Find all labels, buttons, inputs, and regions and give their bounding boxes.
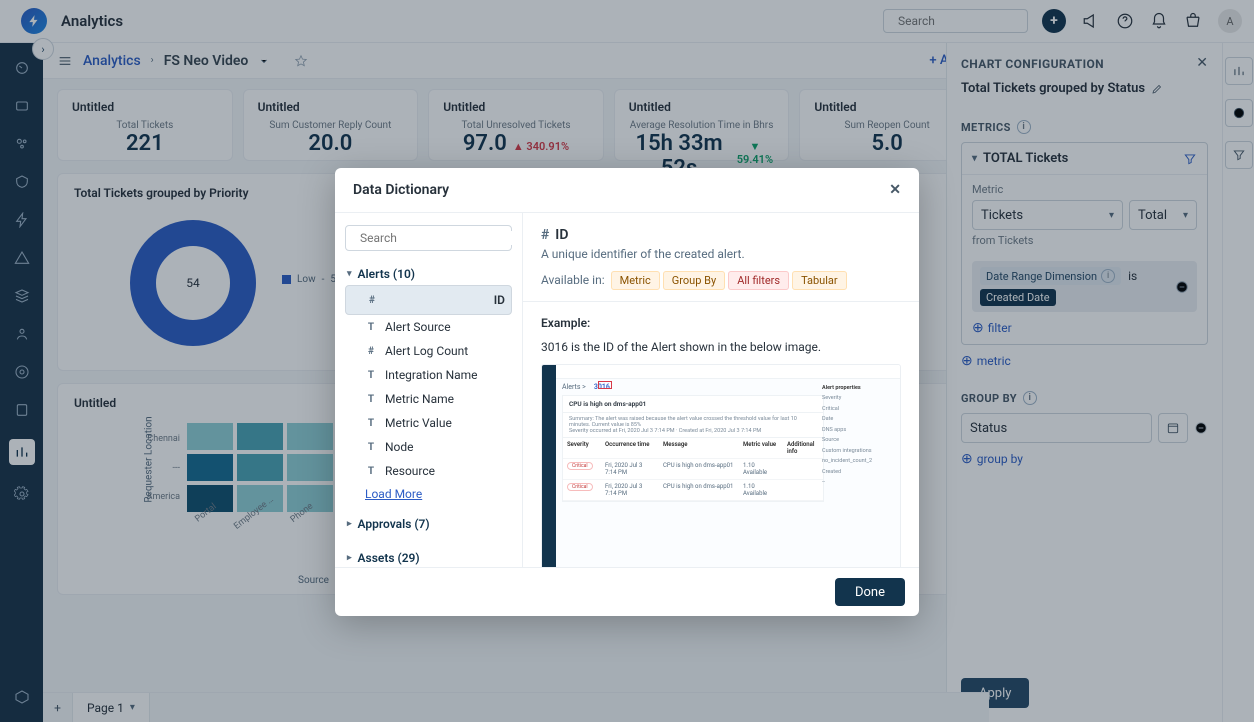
load-more-link[interactable]: Load More — [365, 487, 512, 501]
done-button[interactable]: Done — [835, 578, 905, 606]
dict-category[interactable]: ▸Approvals (7) — [345, 513, 512, 535]
modal-overlay: Data Dictionary ✕ ▾Alerts (10) #IDTAlert… — [0, 0, 1254, 722]
dict-field[interactable]: #ID — [345, 285, 512, 315]
avail-pill: Group By — [663, 271, 725, 290]
modal-close-icon[interactable]: ✕ — [889, 182, 901, 198]
dict-field[interactable]: TAlert Source — [345, 315, 512, 339]
cat-alerts[interactable]: ▾Alerts (10) — [345, 263, 512, 285]
dict-search[interactable] — [345, 225, 512, 251]
data-dictionary-modal: Data Dictionary ✕ ▾Alerts (10) #IDTAlert… — [335, 168, 919, 616]
dictionary-tree: ▾Alerts (10) #IDTAlert Source#Alert Log … — [335, 213, 523, 567]
modal-title: Data Dictionary — [353, 182, 449, 198]
avail-pill: Tabular — [792, 271, 847, 290]
dict-field[interactable]: TMetric Value — [345, 411, 512, 435]
avail-pill: All filters — [728, 271, 789, 290]
detail-desc: A unique identifier of the created alert… — [541, 247, 901, 261]
example-caption: 3016 is the ID of the Alert shown in the… — [541, 340, 901, 354]
avail-pill: Metric — [611, 271, 660, 290]
dict-field[interactable]: TResource — [345, 459, 512, 483]
dict-field[interactable]: TIntegration Name — [345, 363, 512, 387]
example-header: Example: — [541, 316, 901, 330]
dict-field[interactable]: TMetric Name — [345, 387, 512, 411]
example-image: Alerts >3016 CPU is high on dms-app01 Su… — [541, 364, 901, 567]
detail-title: ID — [555, 227, 568, 243]
dict-search-input[interactable] — [360, 231, 516, 245]
dict-field[interactable]: TNode — [345, 435, 512, 459]
dictionary-detail: #ID A unique identifier of the created a… — [523, 213, 919, 567]
dict-category[interactable]: ▸Assets (29) — [345, 547, 512, 567]
dict-field[interactable]: #Alert Log Count — [345, 339, 512, 363]
